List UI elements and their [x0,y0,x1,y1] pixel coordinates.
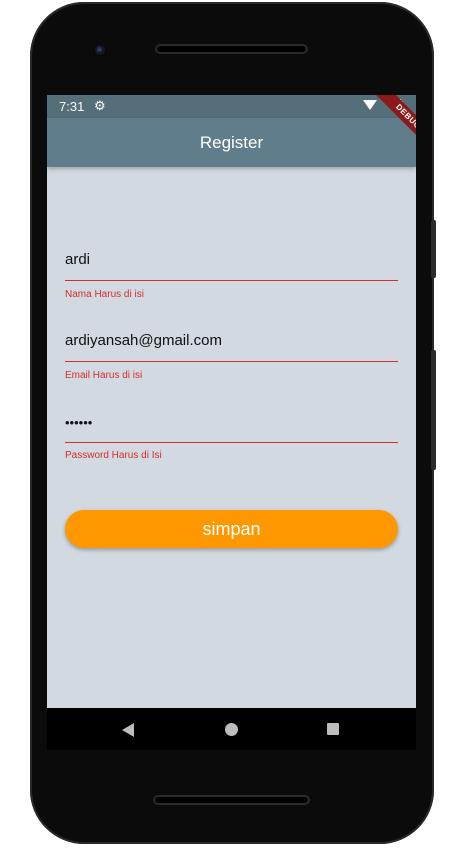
volume-button [431,350,436,470]
password-underline [65,442,398,443]
navigation-bar [47,708,416,750]
name-underline [65,280,398,281]
simpan-button[interactable]: simpan [65,510,398,548]
top-speaker [155,44,308,54]
status-bar: 7:31 ⚙ [47,95,416,118]
name-error-text: Nama Harus di isi [65,289,144,300]
password-error-text: Password Harus di Isi [65,450,162,461]
recents-square-icon[interactable] [327,723,339,735]
status-time: 7:31 [59,99,85,114]
email-field[interactable]: ardiyansah@gmail.com Email Harus di isi [65,332,398,382]
email-error-text: Email Harus di isi [65,370,143,381]
email-input-value: ardiyansah@gmail.com [65,332,222,349]
name-field[interactable]: ardi Nama Harus di isi [65,251,398,301]
wifi-icon [363,100,377,110]
bottom-speaker [153,795,310,805]
password-field[interactable]: •••••• Password Harus di Isi [65,412,398,462]
page-title: Register [199,133,264,152]
screen: 7:31 ⚙ Register DEBUG ardi Nama Harus di… [47,95,416,708]
home-circle-icon[interactable] [225,723,238,736]
password-input-value: •••••• [65,415,93,430]
app-bar: Register [47,118,416,167]
email-underline [65,361,398,362]
front-camera [92,42,108,58]
power-button [431,220,436,278]
name-input-value: ardi [65,251,91,268]
back-triangle-icon[interactable] [122,723,134,737]
gear-icon: ⚙ [94,98,106,113]
